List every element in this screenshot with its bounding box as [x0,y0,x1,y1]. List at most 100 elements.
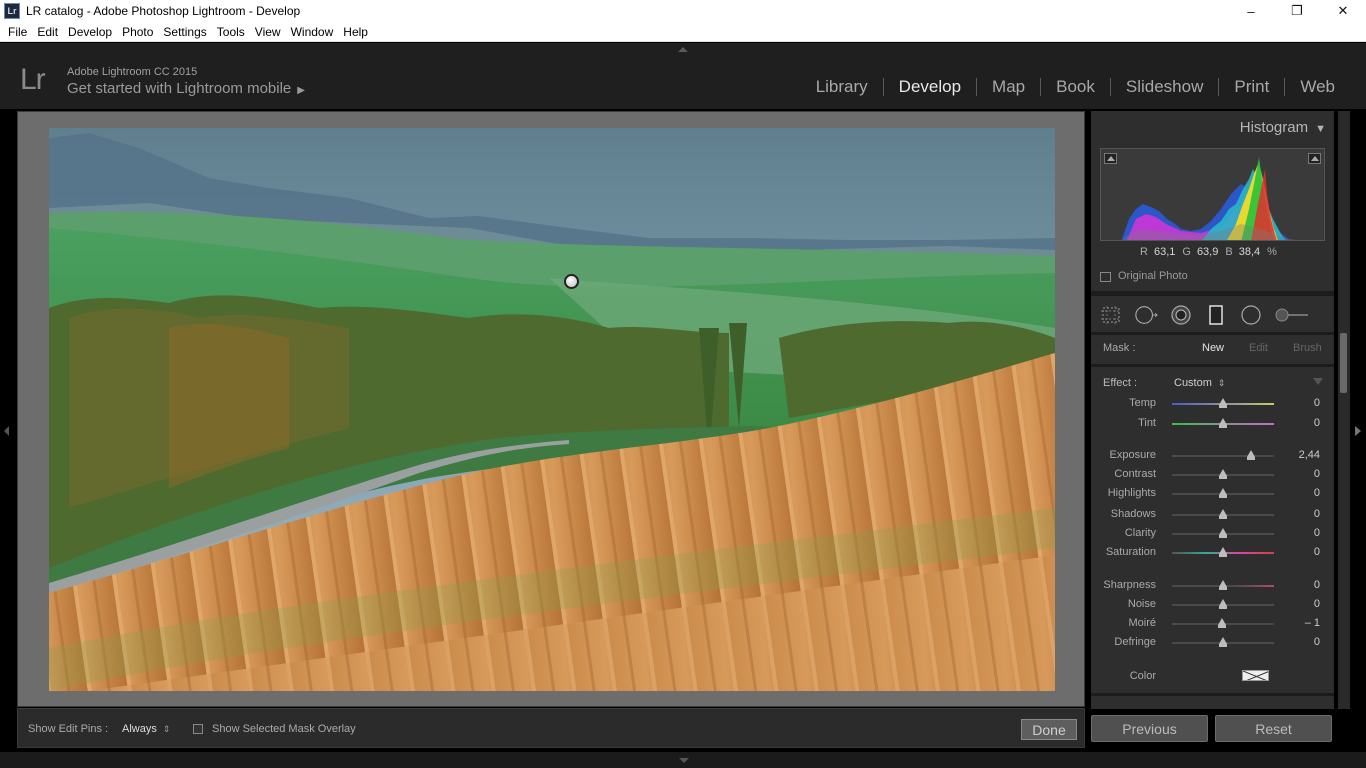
mask-brush-button[interactable]: Brush [1293,342,1322,354]
mask-new-button[interactable]: New [1202,342,1224,354]
slider-thumb[interactable] [1219,488,1227,498]
slider-value[interactable]: 2,44 [1299,449,1320,461]
slider-value[interactable]: 0 [1314,417,1320,429]
minimize-button[interactable]: – [1228,0,1274,22]
slider-thumb[interactable] [1219,637,1227,647]
module-web[interactable]: Web [1285,77,1350,97]
mask-label: Mask : [1103,342,1136,354]
close-button[interactable]: ✕ [1320,0,1366,22]
slider-saturation[interactable]: Saturation 0 [1091,544,1334,562]
previous-button[interactable]: Previous [1091,715,1208,742]
slider-noise[interactable]: Noise 0 [1091,596,1334,614]
slider-thumb[interactable] [1219,528,1227,538]
slider-thumb[interactable] [1246,450,1255,460]
slider-label: Clarity [1124,527,1156,539]
slider-exposure[interactable]: Exposure 2,44 [1091,447,1334,465]
slider-value[interactable]: 0 [1314,468,1320,480]
shadow-clipping-icon[interactable] [1104,153,1117,164]
photo-canvas[interactable] [17,111,1085,707]
slider-value[interactable]: 0 [1314,598,1320,610]
effect-preset-select[interactable]: Custom ⇕ [1174,377,1225,389]
slider-thumb[interactable] [1219,580,1227,590]
graduated-filter-pin[interactable] [564,274,579,289]
graduated-filter-tool[interactable] [1204,304,1228,326]
slider-value[interactable]: 0 [1314,579,1320,591]
crop-overlay-tool[interactable] [1099,304,1123,326]
menu-window[interactable]: Window [286,25,339,39]
color-row: Color [1091,667,1334,687]
slider-contrast[interactable]: Contrast 0 [1091,466,1334,484]
lightroom-mobile-link[interactable]: Get started with Lightroom mobile ▶ [67,80,305,97]
expand-filmstrip-icon[interactable] [679,758,689,763]
menu-settings[interactable]: Settings [158,25,211,39]
slider-highlights[interactable]: Highlights 0 [1091,485,1334,503]
slider-thumb[interactable] [1219,398,1227,408]
landscape-photo[interactable] [49,128,1055,691]
slider-thumb[interactable] [1219,509,1227,519]
right-panel-scrollbar[interactable] [1338,111,1350,709]
slider-value[interactable]: 0 [1314,508,1320,520]
menu-bar: File Edit Develop Photo Settings Tools V… [0,22,1366,42]
adjustment-brush-icon [1275,308,1308,322]
slider-value[interactable]: – 1 [1305,617,1320,629]
slider-sharpness[interactable]: Sharpness 0 [1091,577,1334,595]
slider-value[interactable]: 0 [1314,397,1320,409]
color-label: Color [1129,670,1156,682]
menu-help[interactable]: Help [338,25,373,39]
collapse-right-panel-icon[interactable] [1355,426,1361,436]
slider-thumb[interactable] [1218,618,1227,628]
done-button[interactable]: Done [1021,719,1077,740]
adjustment-brush-tool[interactable] [1274,304,1310,326]
slider-tint[interactable]: Tint 0 [1091,415,1334,433]
slider-temp[interactable]: Temp 0 [1091,395,1334,413]
mask-edit-button[interactable]: Edit [1249,342,1268,354]
bottom-buttons: Previous Reset [1091,715,1334,743]
menu-tools[interactable]: Tools [212,25,250,39]
slider-value[interactable]: 0 [1314,527,1320,539]
slider-value[interactable]: 0 [1314,636,1320,648]
collapse-effect-icon[interactable] [1313,378,1323,385]
module-book[interactable]: Book [1041,77,1110,97]
slider-track[interactable] [1172,455,1274,457]
slider-shadows[interactable]: Shadows 0 [1091,506,1334,524]
slider-value[interactable]: 0 [1314,487,1320,499]
b-value: 38,4 [1238,246,1261,258]
menu-view[interactable]: View [250,25,286,39]
slider-moire[interactable]: Moiré – 1 [1091,615,1334,633]
histogram-header[interactable]: Histogram ▼ [1240,119,1326,136]
slider-thumb[interactable] [1219,418,1227,428]
menu-photo[interactable]: Photo [117,25,158,39]
collapse-top-panel-icon[interactable] [678,47,688,52]
module-develop[interactable]: Develop [884,77,976,97]
show-edit-pins-select[interactable]: Always ⇕ [122,723,170,735]
menu-edit[interactable]: Edit [32,25,63,39]
slider-thumb[interactable] [1219,469,1227,479]
scrollbar-thumb[interactable] [1340,333,1347,393]
g-value: 63,9 [1196,246,1219,258]
slider-thumb[interactable] [1219,547,1227,557]
module-slideshow[interactable]: Slideshow [1111,77,1219,97]
slider-clarity[interactable]: Clarity 0 [1091,525,1334,543]
module-map[interactable]: Map [977,77,1040,97]
restore-button[interactable]: ❐ [1274,0,1320,22]
color-swatch[interactable] [1242,670,1269,681]
slider-value[interactable]: 0 [1314,546,1320,558]
original-photo-checkbox[interactable] [1100,272,1111,282]
expand-left-panel-icon[interactable] [4,426,9,436]
original-photo-label: Original Photo [1118,270,1188,282]
mask-overlay-checkbox[interactable] [193,724,203,734]
red-eye-tool[interactable] [1169,304,1193,326]
reset-button[interactable]: Reset [1215,715,1332,742]
histogram-graph[interactable] [1100,148,1325,241]
slider-defringe[interactable]: Defringe 0 [1091,634,1334,652]
module-library[interactable]: Library [801,77,883,97]
slider-label: Highlights [1107,487,1156,499]
spot-removal-tool[interactable] [1134,304,1158,326]
highlight-clipping-icon[interactable] [1308,153,1321,164]
menu-develop[interactable]: Develop [63,25,117,39]
menu-file[interactable]: File [3,25,32,39]
radial-filter-tool[interactable] [1239,304,1263,326]
module-print[interactable]: Print [1219,77,1284,97]
graduated-filter-icon [1209,305,1223,325]
slider-thumb[interactable] [1219,599,1227,609]
